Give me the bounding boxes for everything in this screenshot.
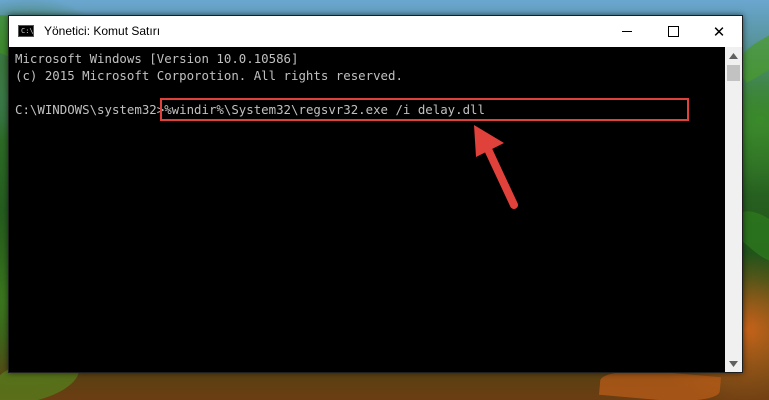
maximize-icon	[667, 26, 679, 37]
vertical-scrollbar[interactable]	[725, 47, 742, 372]
command-prompt-window: C:\ Yönetici: Komut Satırı ✕ Microsoft W…	[8, 15, 743, 373]
scroll-down-button[interactable]	[725, 355, 742, 372]
window-title: Yönetici: Komut Satırı	[44, 24, 161, 38]
minimize-button[interactable]	[604, 16, 650, 47]
scroll-up-button[interactable]	[725, 47, 742, 64]
chevron-down-icon	[729, 360, 738, 367]
console-line: (c) 2015 Microsoft Corporotion. All righ…	[15, 68, 403, 83]
maximize-button[interactable]	[650, 16, 696, 47]
scroll-thumb[interactable]	[727, 65, 740, 81]
command-text[interactable]: %windir%\System32\regsvr32.exe /i delay.…	[160, 98, 689, 121]
console-line: Microsoft Windows [Version 10.0.10586]	[15, 51, 299, 66]
command-line[interactable]: C:\WINDOWS\system32>%windir%\System32\re…	[15, 98, 725, 121]
prompt-text: C:\WINDOWS\system32>	[15, 102, 165, 117]
console-output[interactable]: Microsoft Windows [Version 10.0.10586] (c…	[9, 47, 725, 372]
cmd-icon-text: C:\	[21, 27, 34, 35]
close-icon: ✕	[712, 22, 726, 41]
annotation-arrow-icon	[474, 125, 518, 209]
chevron-up-icon	[729, 52, 738, 59]
close-button[interactable]: ✕	[696, 16, 742, 47]
minimize-icon	[622, 31, 632, 32]
cmd-icon[interactable]: C:\	[18, 25, 34, 37]
title-bar[interactable]: C:\ Yönetici: Komut Satırı ✕	[9, 16, 742, 47]
